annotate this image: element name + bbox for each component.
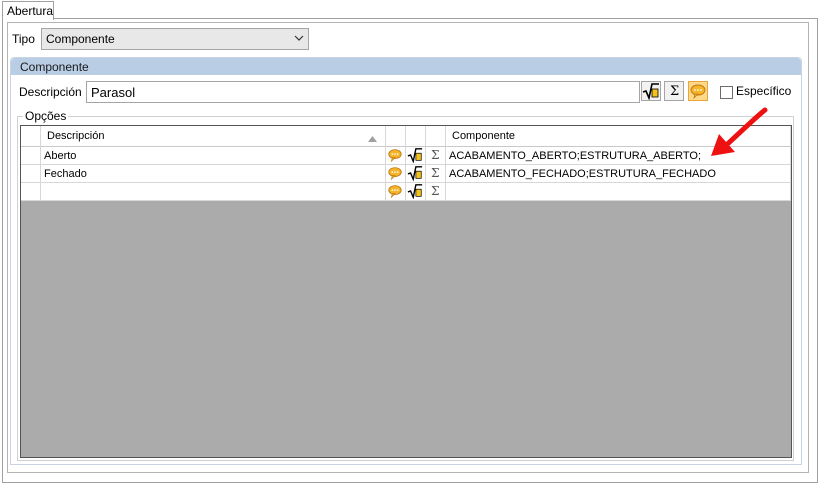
column-header-comment [386,126,406,147]
row-formula-button[interactable] [406,165,426,183]
column-header-descripcion-label: Descripción [47,130,105,142]
componente-group-title: Componente [20,60,89,74]
row-formula-button[interactable] [406,147,426,165]
row-sum-button[interactable]: Σ [426,165,446,183]
speech-bubble-icon [690,84,706,100]
sum-button[interactable]: Σ [664,81,684,101]
formula-button[interactable] [641,81,661,101]
sigma-icon: Σ [670,84,680,99]
square-root-icon [407,184,423,199]
tipo-label: Tipo [12,32,35,46]
cell-descripcion[interactable]: Fechado [41,165,386,183]
sigma-icon: Σ [431,166,440,180]
cell-componente-text: ACABAMENTO_ABERTO;ESTRUTURA_ABERTO; [449,150,702,162]
column-header-sum [426,126,446,147]
descripcion-input[interactable]: Parasol [86,81,640,103]
comment-button[interactable] [688,81,708,101]
especifico-label: Específico [736,84,792,98]
tipo-select[interactable]: Componente [41,28,309,50]
cell-componente[interactable]: ACABAMENTO_FECHADO;ESTRUTURA_FECHADO [446,165,791,183]
sigma-icon: Σ [431,184,440,198]
speech-bubble-icon [388,185,402,199]
square-root-icon [407,148,423,163]
square-root-icon [642,83,659,100]
cell-componente-text: ACABAMENTO_FECHADO;ESTRUTURA_FECHADO [449,168,716,180]
cell-descripcion-text: Aberto [44,150,77,162]
row-comment-button[interactable] [386,147,406,165]
sigma-icon: Σ [431,148,440,162]
annotation-arrow-icon [711,107,768,156]
row-indicator[interactable] [21,147,41,165]
row-indicator[interactable] [21,183,41,201]
speech-bubble-icon [388,149,402,163]
opcoes-legend: Opções [23,109,69,123]
row-comment-button[interactable] [386,183,406,201]
speech-bubble-icon [388,167,402,181]
tab-abertura[interactable]: Abertura [2,1,54,20]
row-sum-button[interactable]: Σ [426,183,446,201]
componente-group-header: Componente [11,58,801,75]
row-comment-button[interactable] [386,165,406,183]
row-formula-button[interactable] [406,183,426,201]
descripcion-input-value: Parasol [91,85,136,100]
cell-componente[interactable] [446,183,791,201]
column-header-formula [406,126,426,147]
sort-ascending-icon [368,133,377,145]
grid-header-indicator [21,126,41,147]
descripcion-label: Descripción [19,85,82,99]
cell-descripcion[interactable] [41,183,386,201]
cell-descripcion-text: Fechado [44,168,87,180]
column-header-componente-label: Componente [452,130,515,142]
square-root-icon [407,166,423,181]
tipo-select-value: Componente [46,32,115,46]
chevron-down-icon [294,32,304,46]
especifico-checkbox[interactable] [720,86,733,99]
column-header-descripcion[interactable]: Descripción [41,126,386,147]
tab-abertura-label: Abertura [7,4,54,18]
cell-descripcion[interactable]: Aberto [41,147,386,165]
row-indicator[interactable] [21,165,41,183]
row-sum-button[interactable]: Σ [426,147,446,165]
options-grid[interactable]: Descripción Componente Aberto Σ ACABAMEN… [20,125,792,458]
